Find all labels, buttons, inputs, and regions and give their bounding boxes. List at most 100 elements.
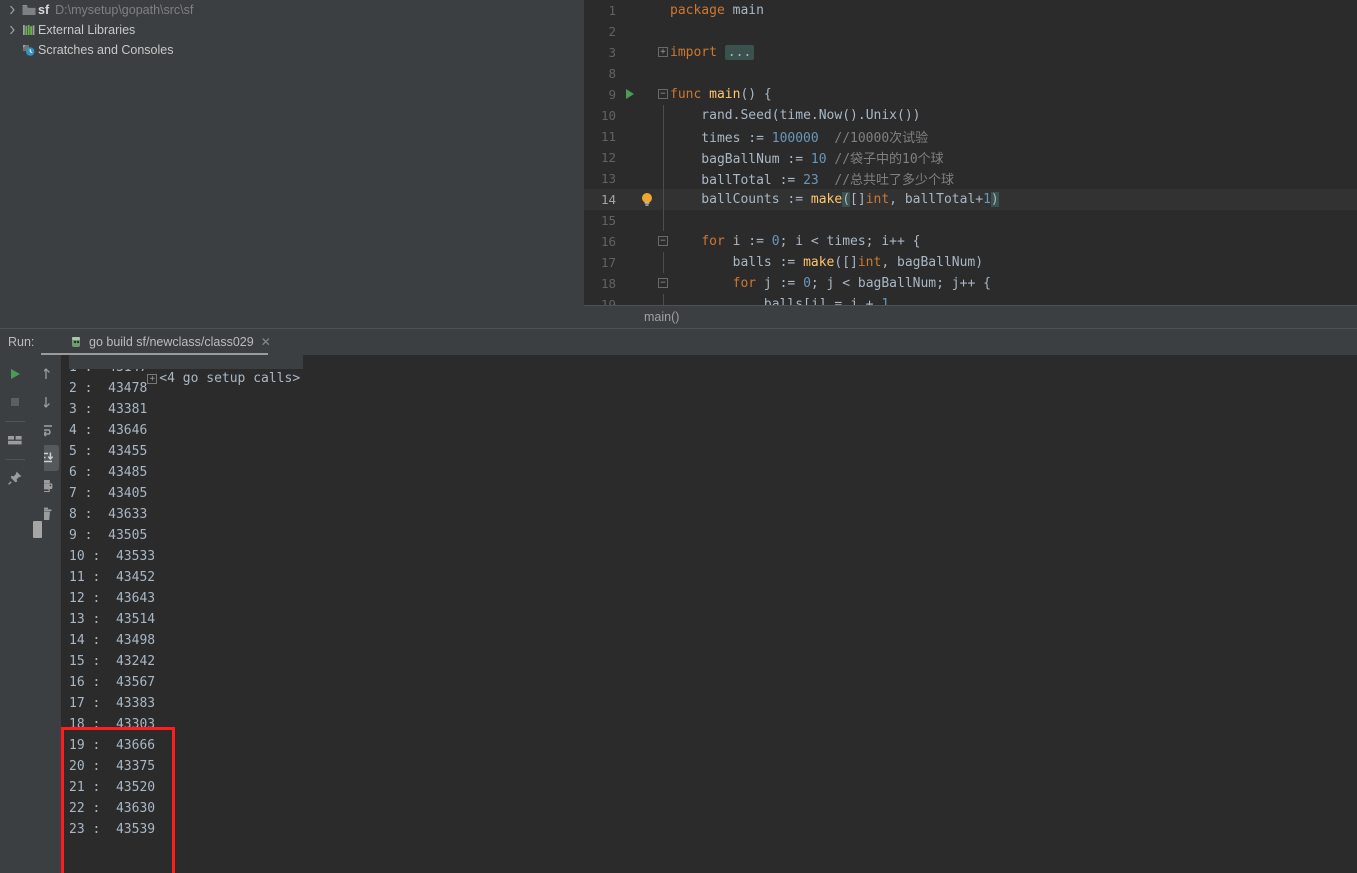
run-body: 1 : 431472 : 434783 : 433814 : 436465 : … [0,355,1357,873]
code-line[interactable]: 14 ballCounts := make([]int, ballTotal+1… [584,189,1357,210]
close-icon[interactable]: ✕ [261,336,271,348]
console-output-area[interactable]: 1 : 431472 : 434783 : 433814 : 436465 : … [61,355,1357,873]
gutter[interactable] [622,105,668,126]
gutter[interactable] [622,168,668,189]
code-token: //袋子中的10个球 [826,152,944,167]
fold-region-bar [663,189,664,210]
project-tree-item[interactable]: Scratches and Consoles [0,40,584,60]
code-token: (). [842,108,866,123]
console-line: 20 : 43375 [69,759,156,774]
gutter[interactable]: − [622,231,668,252]
gutter[interactable]: − [622,84,668,105]
run-tab[interactable]: go build sf/newclass/class029 ✕ [62,329,275,355]
code-line[interactable]: 19 balls[j] = j + 1 [584,294,1357,305]
pin-icon[interactable] [2,465,28,491]
line-number: 1 [608,3,616,18]
project-tree-item-path: D:\mysetup\gopath\src\sf [55,3,194,17]
console-line: 19 : 43666 [69,738,156,753]
code-token: 1 [983,192,991,207]
code-token: ()) [897,108,921,123]
code-line[interactable]: 17 balls := make([]int, bagBallNum) [584,252,1357,273]
code-line[interactable]: 2 [584,21,1357,42]
run-tab-bar: Run: go build sf/newclass/class029 ✕ [0,328,1357,355]
gutter[interactable] [622,252,668,273]
code-text: balls := make([]int, bagBallNum) [668,255,983,270]
breadcrumb[interactable]: main() [584,305,1357,328]
chevron-right-icon[interactable] [4,0,20,20]
chevron-right-icon[interactable] [4,20,20,40]
code-line[interactable]: 3 + import ... [584,42,1357,63]
expand-fold-icon[interactable]: + [147,373,158,384]
code-line[interactable]: 15 [584,210,1357,231]
code-token: 1 [881,297,890,305]
gutter[interactable]: + [622,42,668,63]
gutter[interactable]: − [622,273,668,294]
fold-region-bar [663,210,664,231]
project-tree-item-label: sf [38,3,50,17]
code-token: main [732,3,764,18]
code-token: 0 [803,276,811,291]
folded-setup-calls[interactable]: + <4 go setup calls> [69,355,304,386]
code-editor-panel[interactable]: 1 package main 2 3 + import ... 8 9− func main()… [584,0,1357,328]
console-line: 3 : 43381 [69,402,148,417]
code-token: ) [990,192,999,207]
code-line[interactable]: 12 bagBallNum := 10 //袋子中的10个球 [584,147,1357,168]
console-line: 15 : 43242 [69,654,156,669]
code-line[interactable]: 18 − for j := 0; j < bagBallNum; j++ { [584,273,1357,294]
code-line[interactable]: 11 times := 100000 //10000次试验 [584,126,1357,147]
project-tree-item[interactable]: External Libraries [0,20,584,40]
code-token: //10000次试验 [818,131,929,146]
rerun-button[interactable] [2,361,28,387]
console-scrollbar-thumb[interactable] [33,521,42,538]
line-number: 10 [600,108,616,123]
code-line[interactable]: 16 − for i := 0; i < times; i++ { [584,231,1357,252]
code-text: for i := 0; i < times; i++ { [668,234,920,249]
code-text: rand.Seed(time.Now().Unix()) [668,108,921,123]
console-line: 22 : 43630 [69,801,156,816]
collapse-fold-icon[interactable]: − [658,278,668,288]
expand-fold-icon[interactable]: + [658,47,668,57]
code-token: make [803,255,835,270]
code-token: for [701,234,725,249]
code-line[interactable]: 13 ballTotal := 23 //总共吐了多少个球 [584,168,1357,189]
console-lines[interactable]: 1 : 431472 : 434783 : 433814 : 436465 : … [61,355,1357,873]
gutter[interactable] [622,21,668,42]
console-scrollbar[interactable] [30,355,44,873]
console-line: 18 : 43303 [69,717,156,732]
gutter[interactable] [622,0,668,21]
collapse-fold-icon[interactable]: − [658,89,668,99]
console-line: 8 : 43633 [69,507,148,522]
code-token: ballTotal := [670,173,804,188]
code-line[interactable]: 9 − func main() { [584,84,1357,105]
line-number: 2 [608,24,616,39]
line-number: 18 [600,276,616,291]
layout-button[interactable] [2,427,28,453]
line-number: 15 [600,213,616,228]
gutter[interactable] [622,126,668,147]
collapse-fold-icon[interactable]: − [658,236,668,246]
fold-header-text: <4 go setup calls> [159,371,301,386]
code-area[interactable]: 1 package main 2 3 + import ... 8 9− func main()… [584,0,1357,305]
lightbulb-icon[interactable] [640,192,654,207]
gutter[interactable] [622,210,668,231]
code-token: int [865,192,890,207]
gutter[interactable] [622,189,668,210]
code-line[interactable]: 10 rand.Seed(time.Now().Unix()) [584,105,1357,126]
code-token: ; i < times; i++ { [779,234,921,249]
stop-button[interactable] [2,389,28,415]
code-line[interactable]: 8 [584,63,1357,84]
gutter[interactable] [622,147,668,168]
console-line: 6 : 43485 [69,465,148,480]
code-line[interactable]: 1 package main [584,0,1357,21]
line-number: 16 [600,234,616,249]
fold-region-bar [663,294,664,305]
project-tree: sf D:\mysetup\gopath\src\sf External Libra… [0,0,584,60]
gutter[interactable] [622,294,668,305]
console-line: 23 : 43539 [69,822,156,837]
breadcrumb-label: main() [644,310,680,324]
run-window-label: Run: [8,335,35,349]
gutter[interactable] [622,63,668,84]
project-tree-item[interactable]: sf D:\mysetup\gopath\src\sf [0,0,584,20]
run-gutter-icon[interactable] [626,89,634,99]
fold-region-bar [663,126,664,147]
